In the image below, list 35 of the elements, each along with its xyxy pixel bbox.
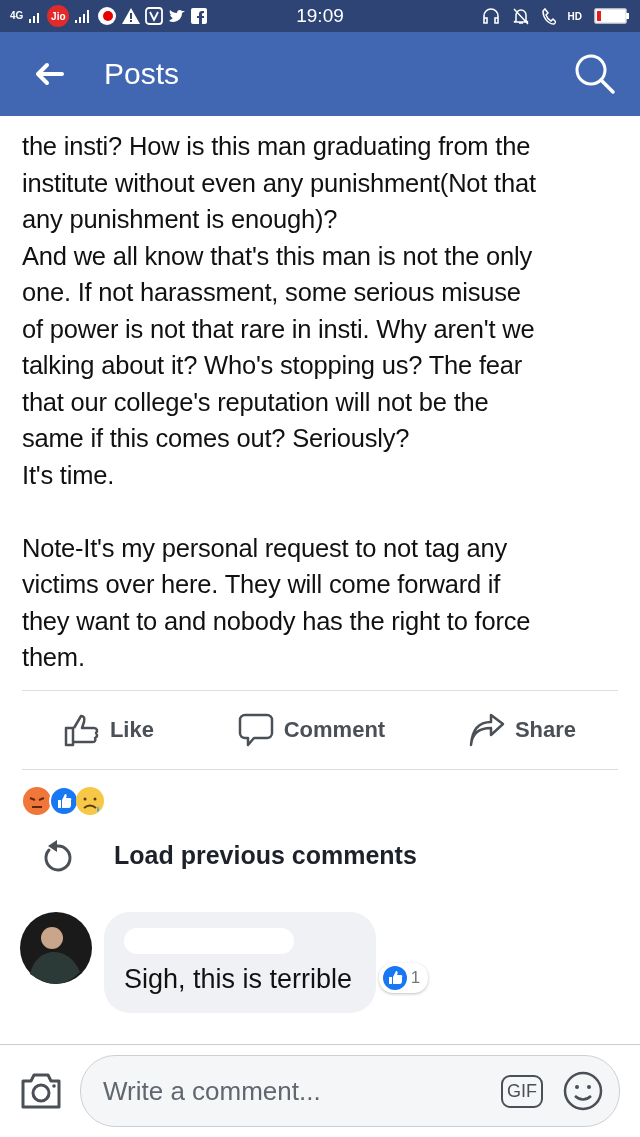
facebook-icon (191, 8, 208, 24)
comment-field[interactable]: Write a comment... GIF (80, 1055, 620, 1127)
battery-icon (594, 8, 630, 24)
post-paragraph: It's time. (22, 459, 116, 491)
reaction-count: 1 (410, 967, 421, 988)
network-label: 4G (10, 11, 24, 21)
carrier-badge: Jio (47, 5, 70, 27)
gif-button[interactable]: GIF (501, 1074, 543, 1108)
back-arrow-icon[interactable] (34, 62, 64, 86)
camera-icon[interactable] (20, 1072, 62, 1110)
share-button[interactable]: Share (458, 706, 587, 753)
comment-text: Sigh, this is terrible (124, 963, 353, 995)
page-title: Posts (104, 57, 181, 91)
post-paragraph: the insti? How is this man graduating from the institute without even any punishment(Not that any punishment is enough)? (22, 131, 537, 235)
share-arrow-icon (468, 712, 505, 747)
muted-bell-icon (511, 7, 530, 25)
post-paragraph: And we all know that's this man is not the only one. If not harassment, some serious misuse of power is not that rare in insti. Why aren't we talking about it? Who's stopping us? The fear that our college's reputation will not be the same if this comes out? Seriously? (22, 240, 536, 454)
clock-time: 19:09 (296, 5, 344, 27)
search-icon[interactable] (574, 53, 616, 95)
comment-button[interactable]: Comment (227, 706, 396, 753)
reaction-badge[interactable]: 1 (378, 962, 429, 993)
warning-icon (122, 8, 141, 24)
speech-bubble-icon (237, 712, 274, 747)
like-icon (382, 965, 407, 990)
bird-icon (168, 8, 187, 24)
load-previous-comments-link[interactable]: Load previous comments (114, 841, 417, 870)
smiley-icon[interactable] (563, 1071, 603, 1111)
like-button[interactable]: Like (53, 706, 164, 753)
headset-icon (481, 7, 500, 25)
phone-icon (541, 7, 556, 25)
post-paragraph: Note-It's my personal request to not tag any victims over here. They will come forward if they want to and nobody has the right to force them. (22, 532, 532, 673)
operator-icon (97, 6, 118, 26)
call-quality-label: HD (567, 10, 582, 22)
app-icon (145, 7, 164, 25)
thumbs-up-icon (63, 712, 100, 747)
